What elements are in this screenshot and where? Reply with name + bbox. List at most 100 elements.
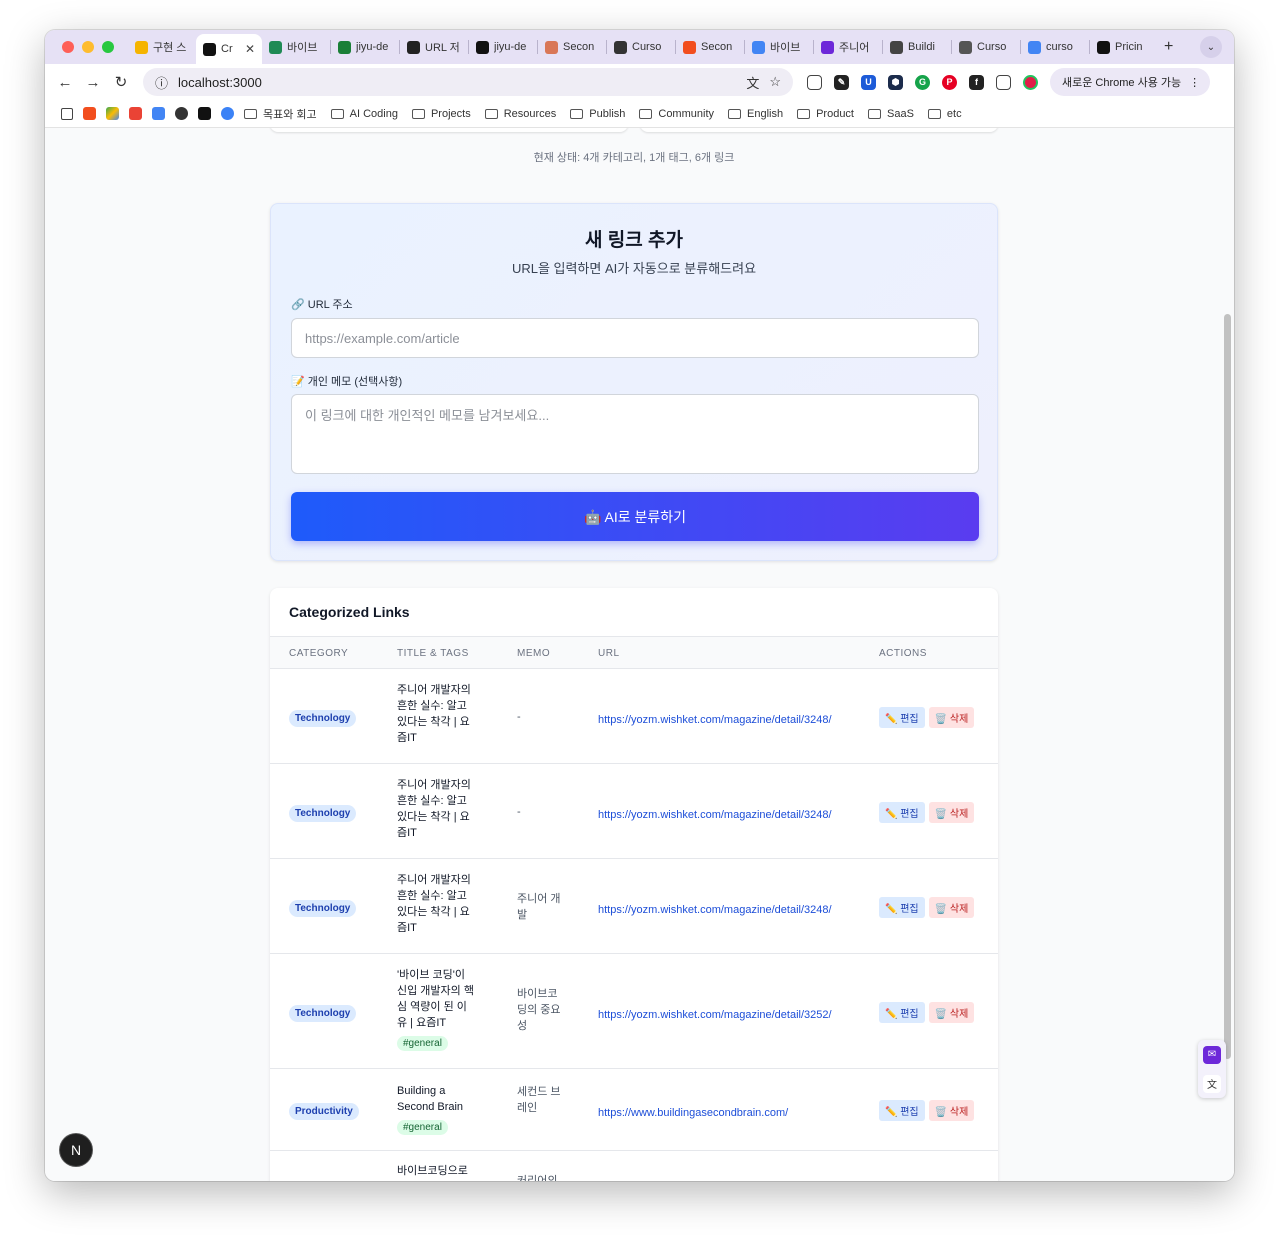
bookmark-folder[interactable]: Publish (570, 108, 625, 120)
edit-button[interactable]: ✏️ 편집 (879, 1001, 925, 1023)
header-category: CATEGORY (289, 648, 349, 659)
drive-bookmark-icon[interactable] (106, 107, 119, 120)
link-url[interactable]: https://yozm.wishket.com/magazine/detail… (598, 904, 832, 916)
links-title: Categorized Links (289, 604, 410, 620)
browser-tab[interactable]: Curso (952, 34, 1020, 60)
hex-extension-icon[interactable]: ⬢ (888, 74, 903, 90)
delete-button[interactable]: 🗑️ 삭제 (928, 896, 975, 918)
link-url[interactable]: https://www.buildingasecondbrain.com/ (598, 1107, 788, 1119)
delete-button[interactable]: 🗑️ 삭제 (928, 801, 975, 823)
app-icon (269, 40, 282, 54)
delete-button[interactable]: 🗑️ 삭제 (928, 1001, 975, 1023)
tab-label: Buildi (908, 41, 935, 53)
back-button[interactable]: ← (51, 74, 79, 91)
maximize-window-button[interactable] (102, 41, 114, 53)
address-text[interactable]: localhost:3000 (178, 75, 262, 90)
grammarly-extension-icon[interactable]: G (915, 74, 930, 90)
bookmark-label: Product (816, 107, 854, 120)
bookmark-folder[interactable]: Product (797, 108, 854, 120)
forward-button[interactable]: → (79, 74, 107, 91)
browser-tab[interactable]: jiyu-de (469, 34, 537, 60)
url-input[interactable] (291, 318, 979, 358)
translate-icon[interactable]: 文 (746, 73, 759, 92)
edit-button[interactable]: ✏️ 편집 (879, 706, 925, 728)
close-window-button[interactable] (62, 41, 74, 53)
tab-search-button[interactable]: ⌄ (1200, 36, 1222, 58)
browser-tab[interactable]: curso (1021, 34, 1089, 60)
profile-avatar-icon[interactable] (1023, 74, 1038, 90)
site-info-icon[interactable]: ⓘ (155, 73, 168, 92)
more-menu-icon[interactable]: ⋮ (1189, 76, 1200, 89)
tab-label: 바이브 (287, 42, 318, 54)
cloud-extension-icon[interactable] (807, 74, 822, 90)
header-url: URL (598, 648, 620, 659)
browser-tab[interactable]: Buildi (883, 34, 951, 60)
browser-tab[interactable]: Pricin (1090, 34, 1158, 60)
tag-badge[interactable]: #general (397, 1120, 448, 1135)
edit-button[interactable]: ✏️ 편집 (879, 1100, 925, 1121)
reload-button[interactable]: ↻ (107, 73, 135, 91)
bookmark-folder[interactable]: Community (639, 108, 714, 120)
figma-bookmark-icon[interactable] (83, 107, 96, 120)
browser-tab[interactable]: 주니어 (814, 34, 882, 60)
browser-tab[interactable]: Secon (676, 34, 744, 60)
browser-tab[interactable]: jiyu-de (331, 34, 399, 60)
browser-tab[interactable]: URL 저 (400, 34, 468, 60)
page-scrollbar[interactable] (1224, 314, 1231, 1059)
link-url[interactable]: https://yozm.wishket.com/magazine/detail… (598, 809, 832, 821)
ai-classify-button[interactable]: 🤖 AI로 분류하기 (291, 492, 979, 541)
gmail-bookmark-icon[interactable] (129, 107, 142, 120)
bookmark-folder[interactable]: English (728, 108, 783, 120)
bookmark-label: English (747, 107, 784, 120)
link-url[interactable]: https://yozm.wishket.com/magazine/detail… (598, 1009, 832, 1021)
delete-button[interactable]: 🗑️ 삭제 (928, 706, 975, 728)
folder-icon (728, 108, 741, 119)
chrome-update-button[interactable]: 새로운 Chrome 사용 가능 ⋮ (1050, 68, 1211, 96)
translate-widget-icon[interactable]: 文 (1203, 1074, 1221, 1093)
pinterest-extension-icon[interactable]: P (942, 74, 957, 90)
cloud-bookmark-icon[interactable] (221, 107, 234, 120)
browser-tab[interactable]: Curso (607, 34, 675, 60)
bookmark-folder[interactable]: Resources (484, 108, 556, 120)
tag-badge[interactable]: #general (397, 1036, 448, 1051)
minimize-window-button[interactable] (82, 41, 94, 53)
bookmark-star-icon[interactable]: ☆ (769, 74, 781, 90)
font-extension-icon[interactable]: f (969, 74, 984, 90)
bookmark-folder[interactable]: 목표와 회고 (244, 106, 317, 122)
bookmark-label: 목표와 회고 (263, 108, 317, 121)
link-title: 주니어 개발자의 흔한 실수: 알고 있다는 착각 | 요즘IT (397, 779, 471, 839)
browser-tab[interactable]: 구현 스 (128, 34, 196, 60)
delete-button[interactable]: 🗑️ 삭제 (928, 1100, 975, 1121)
new-tab-button[interactable]: + (1164, 38, 1173, 56)
header-actions: ACTIONS (879, 648, 927, 659)
app-icon (203, 42, 216, 56)
edit-button[interactable]: ✏️ 편집 (879, 801, 925, 823)
address-bar[interactable]: ⓘ localhost:3000 文 ☆ (143, 68, 793, 96)
browser-tab[interactable]: Secon (538, 34, 606, 60)
nextjs-dev-badge[interactable]: N (60, 1134, 92, 1166)
browser-tab[interactable]: 바이브 (745, 34, 813, 60)
close-tab-icon[interactable]: ✕ (245, 42, 255, 56)
bookmark-folder[interactable]: Projects (411, 108, 471, 120)
category-badge: Technology (289, 1004, 357, 1022)
bookmark-folder[interactable]: etc (927, 108, 962, 120)
apps-grid-icon[interactable] (61, 107, 73, 120)
link-memo: 커리어의 (517, 1175, 558, 1181)
browser-tab[interactable]: Cr ✕ (196, 34, 262, 64)
memo-textarea[interactable] (291, 394, 979, 474)
pen-extension-icon[interactable]: ✎ (834, 74, 849, 90)
calendar-bookmark-icon[interactable] (152, 107, 165, 120)
puzzle-extensions-icon[interactable] (996, 74, 1011, 90)
edit-button[interactable]: ✏️ 편집 (879, 896, 925, 918)
table-row: Technology 주니어 개발자의 흔한 실수: 알고 있다는 착각 | 요즘… (270, 764, 998, 859)
openai-bookmark-icon[interactable] (175, 107, 188, 120)
bookmark-folder[interactable]: SaaS (868, 108, 914, 120)
google-icon (1028, 40, 1041, 54)
chat-widget-icon[interactable]: ✉ (1203, 1045, 1221, 1064)
app-bookmark-icon[interactable] (198, 107, 211, 120)
ai-classify-label: 🤖 AI로 분류하기 (583, 508, 687, 525)
bitwarden-extension-icon[interactable]: U (861, 74, 876, 90)
browser-tab[interactable]: 바이브 (262, 34, 330, 60)
bookmark-folder[interactable]: AI Coding (330, 108, 398, 120)
link-url[interactable]: https://yozm.wishket.com/magazine/detail… (598, 714, 832, 726)
